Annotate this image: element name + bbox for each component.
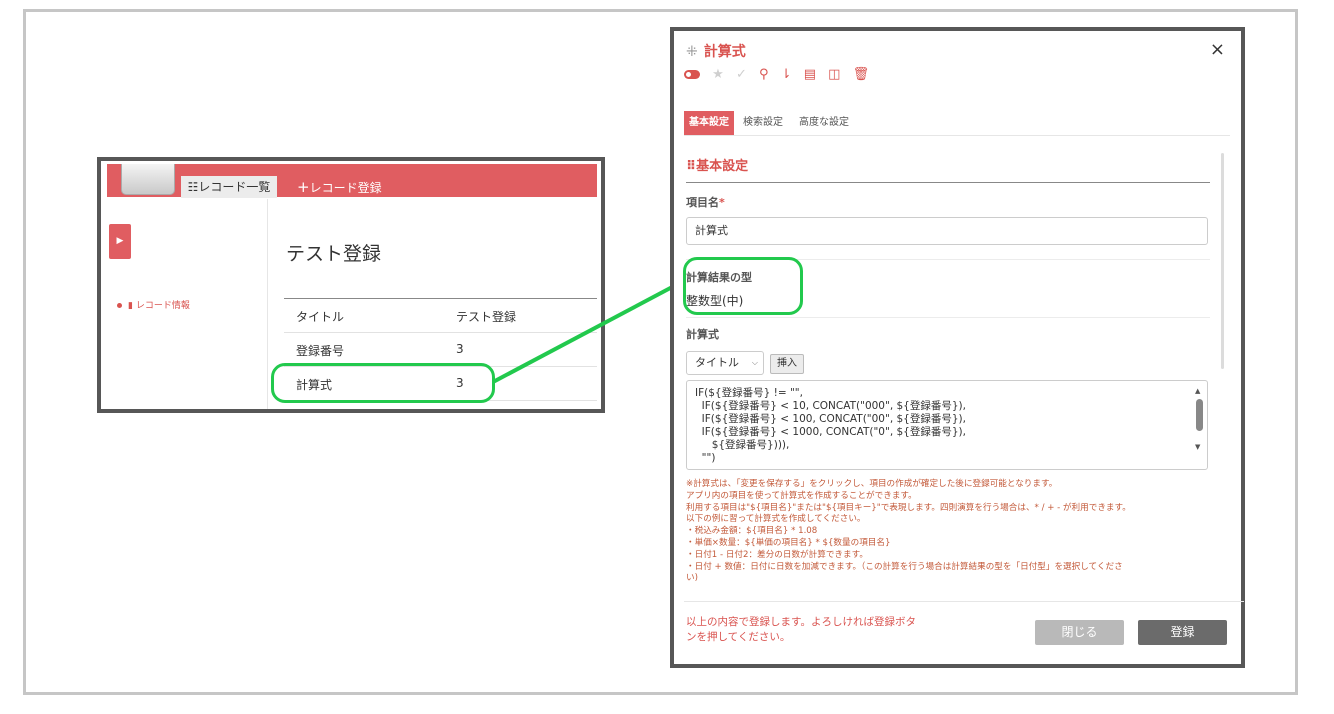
- list-icon: ☷: [187, 180, 199, 194]
- field-name-input[interactable]: 計算式: [686, 217, 1208, 245]
- field-insert-select[interactable]: タイトル ⌵: [686, 351, 764, 375]
- list-icon[interactable]: ▤: [804, 67, 816, 82]
- dialog-title-text: 計算式: [703, 44, 746, 60]
- help-line: ・税込み金額：${項目名} * 1.08: [686, 526, 818, 537]
- settings-body: ⠿基本設定 項目名* 計算式 計算結果の型 整数型(中) 計算式 タイトル ⌵ 挿…: [684, 149, 1212, 599]
- double-check-icon[interactable]: ✓: [736, 67, 747, 82]
- scroll-thumb[interactable]: [1196, 399, 1203, 431]
- app-header: ☷レコード一覧 +レコード登録: [107, 164, 597, 198]
- help-line: い): [686, 573, 698, 584]
- select-value: タイトル: [695, 356, 739, 369]
- tab-advanced-settings[interactable]: 高度な設定: [799, 111, 849, 135]
- scrollbar[interactable]: [1221, 153, 1224, 369]
- sidebar-toggle-button[interactable]: ▶: [109, 224, 131, 259]
- help-line: アプリ内の項目を使って計算式を作成することができます。: [686, 490, 917, 501]
- columns-icon[interactable]: ◫: [828, 67, 840, 82]
- register-button[interactable]: 登録: [1138, 620, 1227, 645]
- help-line: ※計算式は、「変更を保存する」をクリックし、項目の作成が確定した後に登録可能とな…: [686, 479, 1058, 489]
- help-line: 以下の例に習って計算式を作成してください。: [686, 514, 866, 525]
- row-key: 登録番号: [296, 344, 345, 358]
- divider: [686, 317, 1210, 318]
- clipboard-icon: ▮: [128, 301, 136, 311]
- highlight-formula-row: [271, 363, 495, 403]
- footer-message: 以上の内容で登録します。よろしければ登録ボタンを押してください。: [686, 616, 916, 643]
- row-value: 3: [456, 342, 464, 356]
- scroll-down-icon[interactable]: ▼: [1195, 441, 1200, 454]
- section-title-text: 基本設定: [696, 159, 749, 174]
- sidebar-divider: [267, 199, 268, 409]
- insert-button[interactable]: 挿入: [770, 354, 804, 374]
- search-icon[interactable]: ⚲: [759, 67, 769, 82]
- section-title: ⠿基本設定: [686, 155, 748, 174]
- field-toolbar: ★ ✓ ⚲ ⇂ ▤ ◫ 🗑: [684, 67, 877, 83]
- close-button[interactable]: 閉じる: [1035, 620, 1124, 645]
- settings-tabs: 基本設定 検索設定 高度な設定: [684, 111, 1230, 136]
- section-divider: [686, 182, 1210, 183]
- tab-basic-settings[interactable]: 基本設定: [684, 111, 734, 135]
- tab-search-settings[interactable]: 検索設定: [743, 111, 783, 135]
- formula-textarea[interactable]: IF(${登録番号} != "", IF(${登録番号} < 10, CONCA…: [686, 380, 1208, 470]
- calculator-icon: ⁜: [686, 44, 698, 60]
- formula-label: 計算式: [686, 328, 719, 341]
- toggle-icon[interactable]: [684, 70, 700, 79]
- textarea-scrollbar[interactable]: ▲ ▼: [1195, 385, 1204, 463]
- row-key: タイトル: [296, 310, 345, 324]
- grip-icon: ⠿: [686, 159, 697, 174]
- highlight-result-type: [683, 257, 803, 315]
- close-icon[interactable]: ×: [1210, 39, 1225, 60]
- help-line: ・単価×数量：${単価の項目名} * ${数量の項目名}: [686, 537, 891, 548]
- app-logo: [121, 164, 175, 195]
- bullet-icon: [117, 303, 122, 308]
- help-line: 利用する項目は"${項目名}"または"${項目キー}"で表現します。四則演算を行…: [686, 502, 1131, 513]
- help-line: ・日付 + 数値：日付に日数を加減できます。（この計算を行う場合は計算結果の型を…: [686, 561, 1123, 572]
- formula-settings-dialog: ⁜ 計算式 × ★ ✓ ⚲ ⇂ ▤ ◫ 🗑 基本設定 検索設定 高度な設定 ⠿基本…: [670, 27, 1245, 668]
- help-line: ・日付1 - 日付2：差分の日数が計算できます。: [686, 549, 868, 560]
- star-icon[interactable]: ★: [712, 67, 724, 82]
- scroll-up-icon[interactable]: ▲: [1195, 385, 1200, 398]
- field-name-label-text: 項目名: [686, 196, 719, 209]
- tab-record-list[interactable]: ☷レコード一覧: [181, 176, 277, 198]
- trash-icon[interactable]: 🗑: [853, 67, 870, 82]
- footer-divider: [684, 601, 1244, 602]
- formula-help-text: ※計算式は、「変更を保存する」をクリックし、項目の作成が確定した後に登録可能とな…: [686, 479, 1206, 585]
- sidebar-item-record-info[interactable]: ▮ レコード情報: [117, 298, 190, 311]
- field-name-label: 項目名*: [686, 194, 725, 210]
- sort-icon[interactable]: ⇂: [781, 67, 792, 82]
- tab-add-record[interactable]: +レコード登録: [297, 176, 382, 198]
- connector-line: [492, 283, 677, 384]
- page-title: テスト登録: [286, 243, 382, 265]
- required-mark: *: [719, 196, 725, 209]
- chevron-down-icon: ⌵: [751, 358, 758, 367]
- tab-record-list-label: レコード一覧: [198, 180, 271, 194]
- tab-add-record-label: レコード登録: [309, 181, 382, 195]
- dialog-title: ⁜ 計算式: [686, 41, 746, 61]
- formula-text: IF(${登録番号} != "", IF(${登録番号} < 10, CONCA…: [695, 387, 966, 464]
- sidebar-item-label: レコード情報: [135, 301, 190, 311]
- plus-icon: +: [297, 178, 310, 196]
